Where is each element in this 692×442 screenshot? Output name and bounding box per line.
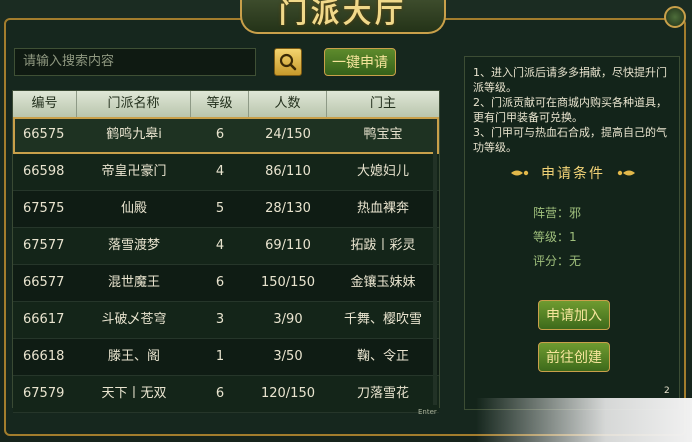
header-name: 门派名称 bbox=[77, 91, 191, 117]
cell-id: 66598 bbox=[23, 164, 65, 179]
table-row[interactable]: 66598 帝皇卍豪门 4 86/110 大媳妇儿 bbox=[13, 154, 439, 191]
cell-leader: 鸭宝宝 bbox=[363, 127, 403, 142]
table-header: 编号 门派名称 等级 人数 门主 bbox=[13, 91, 439, 117]
cell-level: 5 bbox=[215, 201, 225, 216]
close-button[interactable] bbox=[664, 6, 686, 28]
cell-id: 66618 bbox=[23, 349, 65, 364]
cell-leader: 大媳妇儿 bbox=[356, 164, 409, 179]
notes: 1、进入门派后请多多捐献，尽快提升门派等级。 2、门派贡献可在商城内购买各种道具… bbox=[465, 57, 679, 155]
cell-id: 66575 bbox=[23, 127, 65, 142]
table-row[interactable]: 66617 斗破乄苍穹 3 3/90 千舞、樱吹雪 bbox=[13, 302, 439, 339]
header-members: 人数 bbox=[249, 91, 327, 117]
cell-leader: 鞠、令正 bbox=[356, 349, 409, 364]
conditions-header: 申请条件 bbox=[465, 161, 681, 185]
cell-level: 4 bbox=[215, 238, 225, 253]
cell-id: 67577 bbox=[23, 238, 65, 253]
sect-table: 编号 门派名称 等级 人数 门主 66575 鹤鸣九皋i 6 24/150 鸭宝… bbox=[12, 90, 440, 413]
cell-level: 6 bbox=[215, 275, 225, 290]
cell-members: 3/50 bbox=[273, 349, 303, 364]
cell-members: 28/130 bbox=[265, 201, 311, 216]
create-button[interactable]: 前往创建 bbox=[538, 342, 610, 372]
note-3: 3、门甲可与热血石合成，提高自己的气功等级。 bbox=[473, 126, 667, 154]
cell-leader: 刀落雪花 bbox=[356, 386, 409, 401]
conditions-title: 申请条件 bbox=[541, 166, 605, 182]
cell-id: 67575 bbox=[23, 201, 65, 216]
cell-level: 3 bbox=[215, 312, 225, 327]
condition-level: 等级：1 bbox=[533, 230, 577, 244]
apply-all-button[interactable]: 一键申请 bbox=[324, 48, 396, 76]
cell-name: 滕王、阁 bbox=[107, 349, 160, 364]
table-footnote: Enter bbox=[418, 408, 437, 416]
title-plaque: 门派大厅 bbox=[240, 0, 446, 34]
cell-id: 66577 bbox=[23, 275, 65, 290]
search-button[interactable] bbox=[274, 48, 302, 76]
table-row[interactable]: 66575 鹤鸣九皋i 6 24/150 鸭宝宝 bbox=[13, 117, 439, 154]
cell-leader: 千舞、樱吹雪 bbox=[343, 312, 422, 327]
cell-members: 150/150 bbox=[260, 275, 315, 290]
page-number: 2 bbox=[664, 386, 670, 396]
note-2: 2、门派贡献可在商城内购买各种道具，更有门甲装备可兑换。 bbox=[473, 96, 667, 124]
cell-name: 仙殿 bbox=[120, 201, 147, 216]
header-id: 编号 bbox=[13, 91, 77, 117]
cell-name: 帝皇卍豪门 bbox=[101, 164, 167, 179]
condition-faction: 阵营：邪 bbox=[533, 206, 582, 220]
cell-members: 86/110 bbox=[265, 164, 311, 179]
cell-name: 落雪渡梦 bbox=[107, 238, 160, 253]
cell-members: 24/150 bbox=[265, 127, 311, 142]
cell-id: 66617 bbox=[23, 312, 65, 327]
join-button[interactable]: 申请加入 bbox=[538, 300, 610, 330]
cell-members: 120/150 bbox=[260, 386, 315, 401]
table-row[interactable]: 67579 天下丨无双 6 120/150 刀落雪花 bbox=[13, 376, 439, 413]
table-row[interactable]: 66618 滕王、阁 1 3/50 鞠、令正 bbox=[13, 339, 439, 376]
ornament-right-icon bbox=[617, 170, 635, 176]
cell-level: 1 bbox=[215, 349, 225, 364]
header-leader: 门主 bbox=[369, 96, 396, 111]
search-icon bbox=[279, 53, 297, 71]
table-row[interactable]: 66577 混世魔王 6 150/150 金镶玉妹妹 bbox=[13, 265, 439, 302]
condition-score: 评分：无 bbox=[533, 254, 582, 268]
cell-id: 67579 bbox=[23, 386, 65, 401]
cell-name: 天下丨无双 bbox=[101, 386, 167, 401]
page-title: 门派大厅 bbox=[278, 0, 407, 29]
header-level: 等级 bbox=[191, 91, 249, 117]
cell-name: 鹤鸣九皋i bbox=[106, 127, 162, 142]
cell-leader: 拓跋丨彩灵 bbox=[350, 238, 416, 253]
table-body: 66575 鹤鸣九皋i 6 24/150 鸭宝宝 66598 帝皇卍豪门 4 8… bbox=[13, 117, 439, 413]
cell-leader: 热血裸奔 bbox=[356, 201, 409, 216]
cell-name: 混世魔王 bbox=[107, 275, 160, 290]
cell-name: 斗破乄苍穹 bbox=[101, 312, 167, 327]
ornament-left-icon bbox=[511, 170, 529, 176]
cell-level: 6 bbox=[215, 386, 225, 401]
note-1: 1、进入门派后请多多捐献，尽快提升门派等级。 bbox=[473, 66, 667, 94]
game-window: 门派大厅 请输入搜索内容 一键申请 编号 门派名称 等级 人数 门主 66575… bbox=[0, 0, 692, 442]
cell-members: 69/110 bbox=[265, 238, 311, 253]
conditions-list: 阵营：邪 等级：1 评分：无 bbox=[533, 201, 581, 273]
cell-level: 4 bbox=[215, 164, 225, 179]
cell-members: 3/90 bbox=[273, 312, 303, 327]
table-row[interactable]: 67577 落雪渡梦 4 69/110 拓跋丨彩灵 bbox=[13, 228, 439, 265]
cell-leader: 金镶玉妹妹 bbox=[350, 275, 416, 290]
table-scrollbar[interactable] bbox=[433, 119, 437, 405]
cell-level: 6 bbox=[215, 127, 225, 142]
search-input[interactable]: 请输入搜索内容 bbox=[14, 48, 256, 76]
table-row[interactable]: 67575 仙殿 5 28/130 热血裸奔 bbox=[13, 191, 439, 228]
bottom-fade-overlay bbox=[476, 398, 692, 442]
